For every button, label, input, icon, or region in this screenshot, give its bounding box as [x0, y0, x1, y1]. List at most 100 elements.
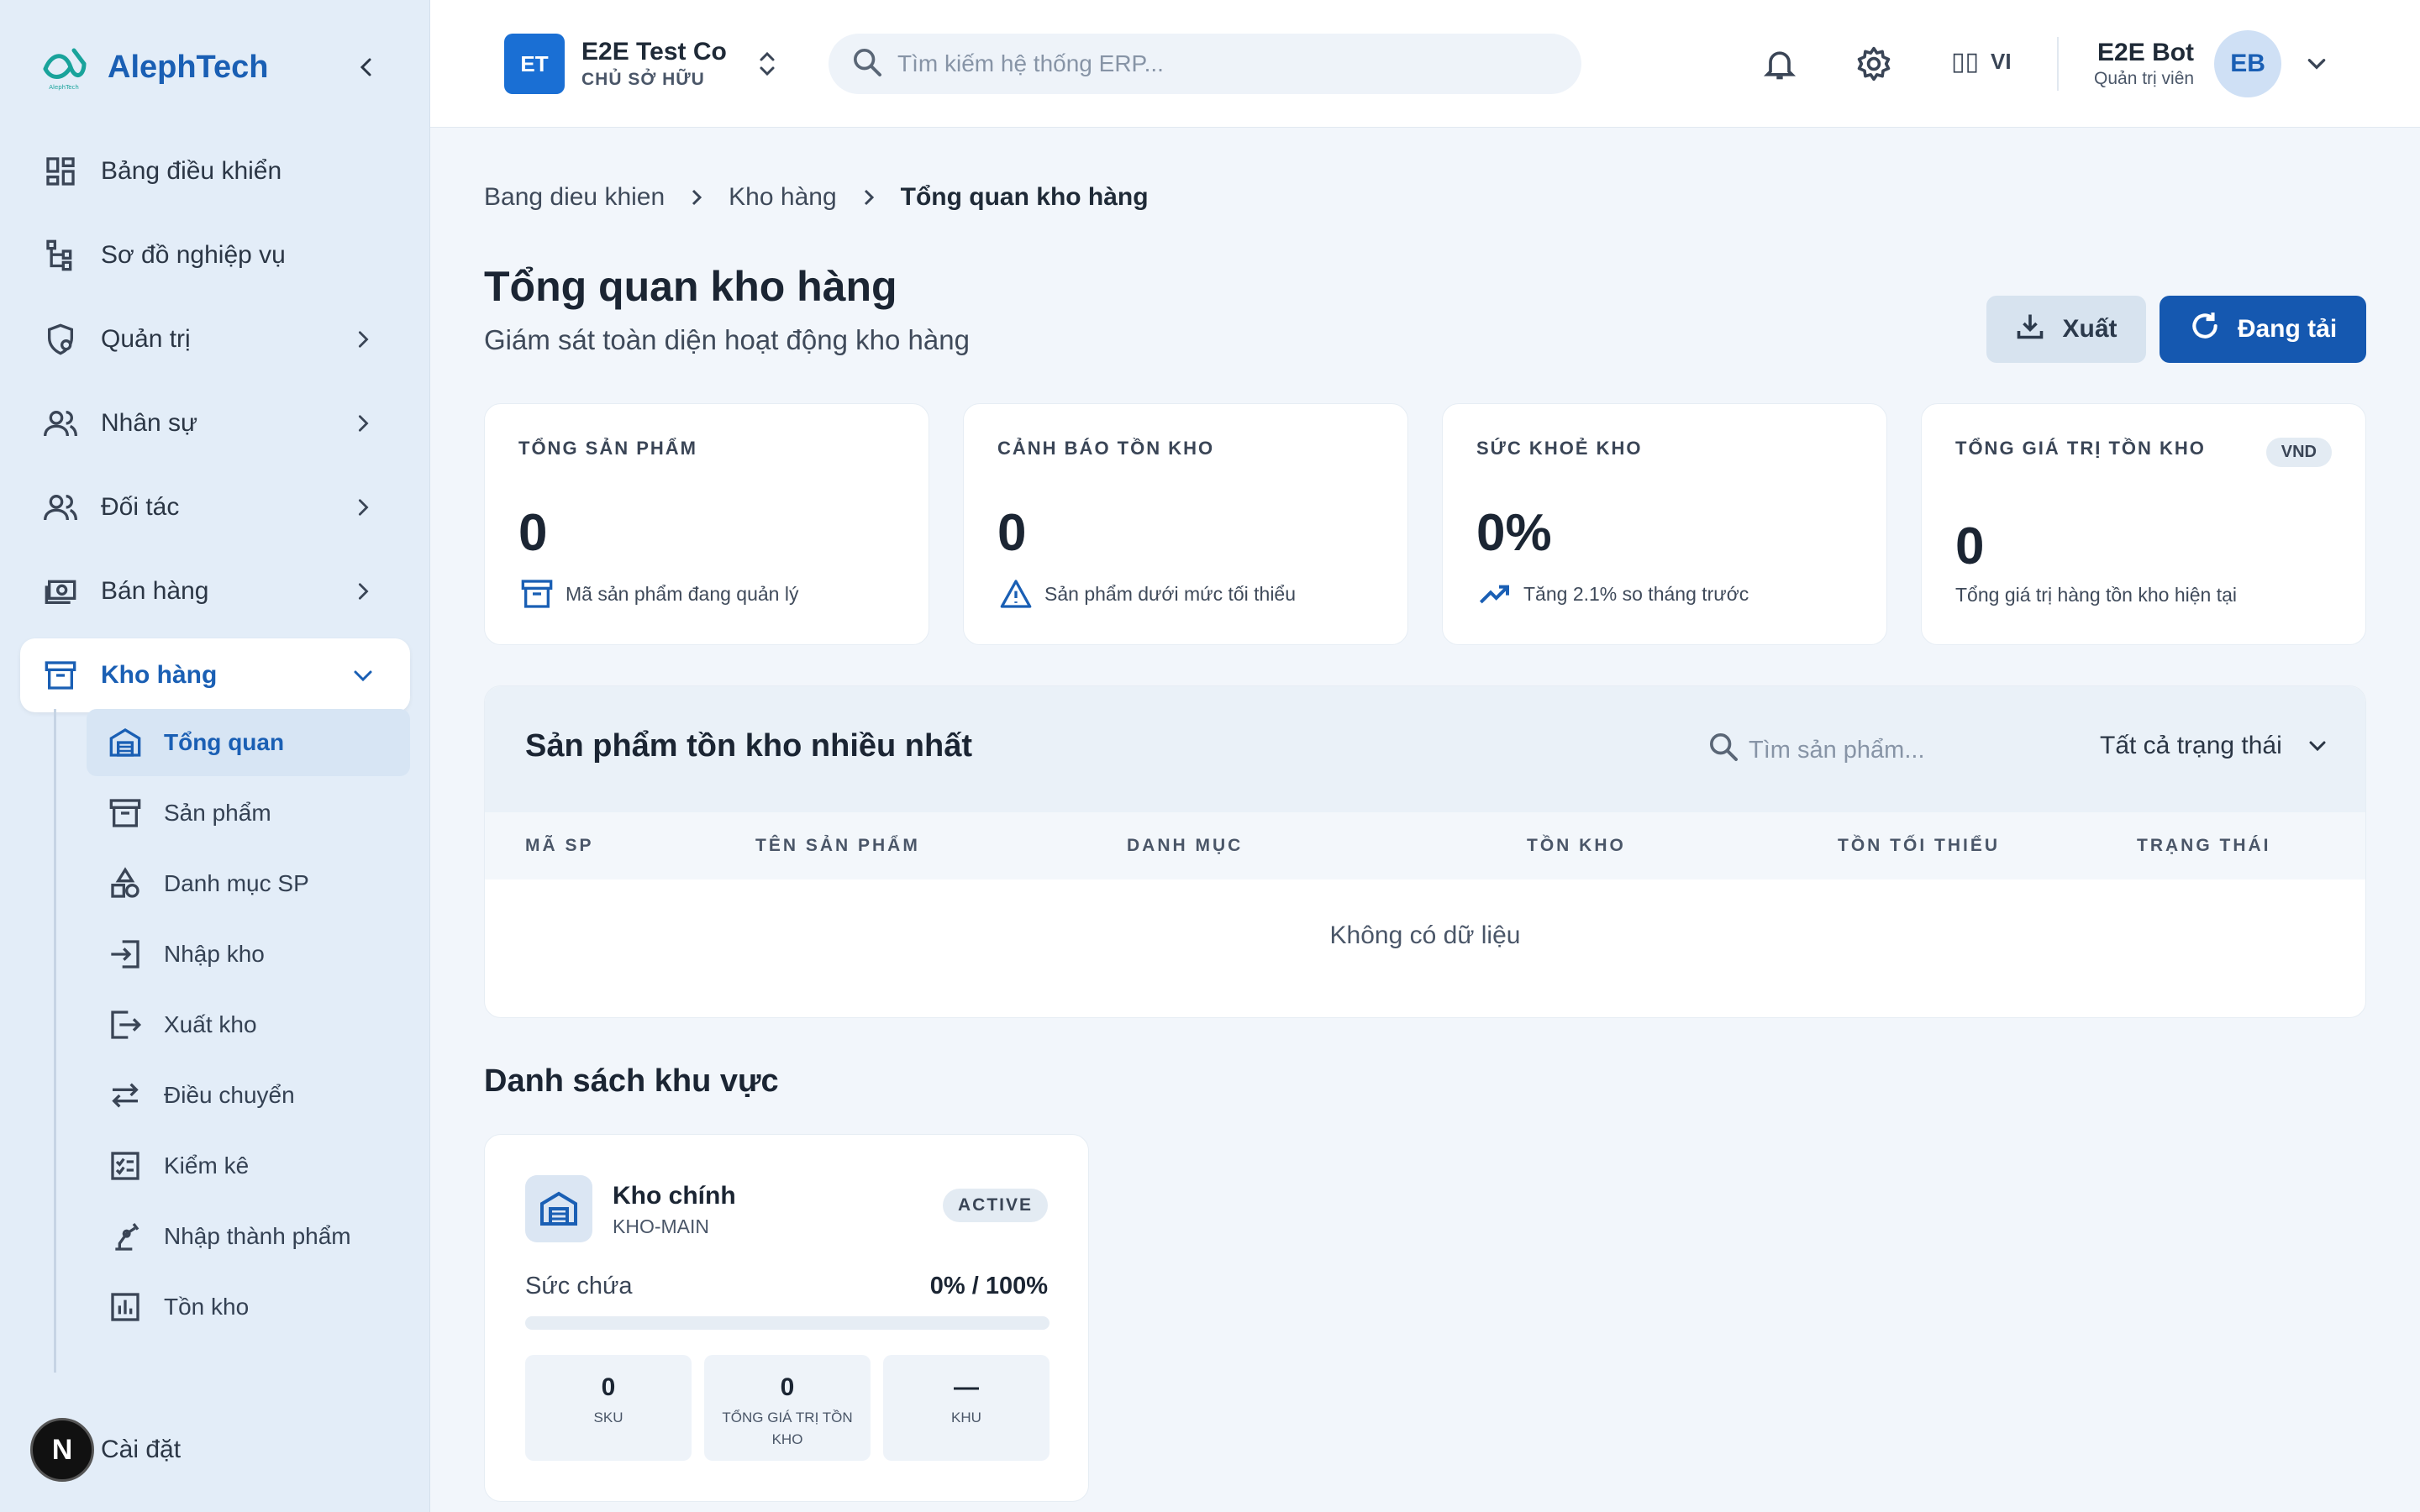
cash-icon: [40, 571, 81, 612]
sidebar-item-sales[interactable]: Bán hàng: [20, 554, 410, 628]
import-icon: [107, 936, 144, 973]
stat-value: 0: [997, 504, 1027, 562]
reload-button[interactable]: Đang tải: [2160, 296, 2366, 363]
status-filter-value: Tất cả trạng thái: [2100, 732, 2282, 759]
column-header[interactable]: TÊN SẢN PHẨM: [755, 836, 920, 856]
reload-label: Đang tải: [2237, 315, 2338, 343]
sidebar-footer[interactable]: N Cài đặt: [30, 1418, 181, 1482]
sidebar-item-warehouse[interactable]: Kho hàng: [20, 638, 410, 712]
header-divider: [2057, 37, 2059, 91]
search-placeholder: Tìm kiếm hệ thống ERP...: [897, 50, 1164, 76]
sidebar-subitem-export[interactable]: Xuất kho: [87, 991, 410, 1058]
sidebar-item-label: Nhân sự: [101, 409, 198, 437]
sidebar-subitem-overview[interactable]: Tổng quan: [87, 709, 410, 776]
chevron-down-icon: [346, 657, 380, 694]
status-badge: ACTIVE: [942, 1189, 1048, 1222]
gear-icon[interactable]: [1852, 42, 1896, 86]
empty-state: Không có dữ liệu: [1329, 921, 1521, 949]
zone-stat-value: 0: [601, 1373, 616, 1401]
chevron-right-icon: [346, 321, 380, 358]
stat-desc: Mã sản phẩm đang quản lý: [566, 582, 799, 605]
sidebar-item-label: Bảng điều khiển: [101, 157, 282, 185]
column-header[interactable]: MÃ SP: [525, 836, 594, 856]
chevron-updown-icon[interactable]: [752, 39, 782, 89]
breadcrumb-item-dashboard[interactable]: Bang dieu khien: [484, 183, 665, 212]
stat-label: CẢNH BÁO TỒN KHO: [997, 438, 1215, 459]
table-header: MÃ SP TÊN SẢN PHẨM DANH MỤC TỒN KHO TỒN …: [485, 812, 2365, 879]
zone-stat-area: — KHU: [883, 1355, 1050, 1461]
zone-stat-label: TỔNG GIÁ TRỊ TỒN KHO: [722, 1410, 853, 1447]
sidebar-subitem-label: Nhập kho: [164, 941, 265, 967]
brand[interactable]: AlephTech AlephTech: [40, 40, 268, 94]
org-switcher[interactable]: ET E2E Test Co CHỦ SỞ HỮU: [504, 34, 782, 94]
transfer-icon: [107, 1077, 144, 1114]
sidebar-subitem-label: Danh mục SP: [164, 870, 309, 896]
page-subtitle: Giám sát toàn diện hoạt động kho hàng: [484, 324, 970, 355]
currency-badge: VND: [2265, 438, 2332, 467]
sidebar-subitem-label: Nhập thành phẩm: [164, 1223, 351, 1249]
column-header[interactable]: TỒN KHO: [1527, 836, 1626, 856]
org-role: CHỦ SỞ HỮU: [581, 70, 705, 89]
chevron-down-icon[interactable]: [2300, 47, 2333, 81]
sidebar-item-admin[interactable]: Quản trị: [20, 302, 410, 376]
sidebar-subitem-transfer[interactable]: Điều chuyển: [87, 1062, 410, 1129]
admin-shield-icon: [40, 319, 81, 360]
warehouse-icon: [525, 1175, 592, 1242]
breadcrumb: Bang dieu khien Kho hàng Tổng quan kho h…: [484, 183, 1149, 212]
sidebar-item-dashboard[interactable]: Bảng điều khiển: [20, 134, 410, 208]
category-icon: [107, 865, 144, 902]
column-header[interactable]: TRẠNG THÁI: [2137, 836, 2271, 856]
language-code: VI: [1991, 49, 2012, 74]
avatar[interactable]: EB: [2214, 30, 2282, 97]
user-menu[interactable]: E2E Bot Quản trị viên EB: [2094, 30, 2333, 97]
warning-icon: [997, 575, 1034, 612]
chevron-left-icon: [360, 58, 371, 76]
sidebar-subitem-import[interactable]: Nhập kho: [87, 921, 410, 988]
zone-code: KHO-MAIN: [613, 1215, 709, 1237]
zone-stat-value: 0: [780, 1373, 795, 1401]
sidebar-item-workflow[interactable]: Sơ đồ nghiệp vụ: [20, 218, 410, 292]
capacity-progress-bar: [525, 1316, 1050, 1330]
breadcrumb-item-warehouse[interactable]: Kho hàng: [729, 183, 836, 212]
sidebar-subitem-stocktake[interactable]: Kiểm kê: [87, 1132, 410, 1200]
sidebar-subitem-stock[interactable]: Tồn kho: [87, 1273, 410, 1341]
stat-desc: Tổng giá trị hàng tồn kho hiện tại: [1955, 584, 2238, 606]
sidebar-subitem-label: Sản phẩm: [164, 800, 271, 826]
stat-card-warehouse-health: SỨC KHOẺ KHO 0% Tăng 2.1% so tháng trước: [1442, 403, 1887, 645]
user-role: Quản trị viên: [2094, 69, 2195, 88]
trending-up-icon: [1476, 575, 1513, 612]
stat-value: 0%: [1476, 504, 1552, 562]
stat-desc: Tăng 2.1% so tháng trước: [1523, 582, 1749, 605]
partners-icon: [40, 487, 81, 528]
bell-icon[interactable]: [1758, 42, 1802, 86]
dev-tools-badge[interactable]: N: [30, 1418, 94, 1482]
user-name: E2E Bot: [2097, 39, 2195, 66]
refresh-icon: [2189, 310, 2221, 349]
brand-name: AlephTech: [108, 49, 269, 85]
sidebar-subitem-categories[interactable]: Danh mục SP: [87, 850, 410, 917]
breadcrumb-item-current: Tổng quan kho hàng: [900, 183, 1149, 211]
column-header[interactable]: TỒN TỐI THIỂU: [1838, 836, 2000, 856]
search-icon: [1707, 730, 1740, 770]
export-button[interactable]: Xuất: [1986, 296, 2146, 363]
sidebar-item-hr[interactable]: Nhân sự: [20, 386, 410, 460]
page-title: Tổng quan kho hàng: [484, 263, 897, 310]
product-search-input[interactable]: Tìm sản phẩm...: [1707, 730, 1925, 770]
stat-label: TỔNG GIÁ TRỊ TỒN KHO: [1955, 438, 2206, 459]
search-placeholder: Tìm sản phẩm...: [1749, 736, 1925, 764]
sidebar-item-label: Sơ đồ nghiệp vụ: [101, 241, 286, 269]
workflow-icon: [40, 235, 81, 276]
collapse-sidebar-button[interactable]: [350, 47, 383, 87]
language-switcher[interactable]: ▯▯ VI: [1951, 47, 2012, 76]
stat-card-total-value: TỔNG GIÁ TRỊ TỒN KHO VND 0 Tổng giá trị …: [1921, 403, 2366, 645]
status-filter-select[interactable]: Tất cả trạng thái: [2100, 732, 2328, 760]
zone-card[interactable]: Kho chính KHO-MAIN ACTIVE Sức chứa 0% / …: [484, 1134, 1089, 1502]
zone-stat-label: SKU: [593, 1410, 623, 1425]
sidebar-subitem-finished-goods[interactable]: Nhập thành phẩm: [87, 1203, 410, 1270]
sidebar-subitem-products[interactable]: Sản phẩm: [87, 780, 410, 847]
settings-label[interactable]: Cài đặt: [101, 1436, 181, 1464]
sidebar-item-partners[interactable]: Đối tác: [20, 470, 410, 544]
column-header[interactable]: DANH MỤC: [1127, 836, 1243, 856]
global-search-input[interactable]: Tìm kiếm hệ thống ERP...: [829, 34, 1581, 94]
warehouse-icon: [107, 724, 144, 761]
